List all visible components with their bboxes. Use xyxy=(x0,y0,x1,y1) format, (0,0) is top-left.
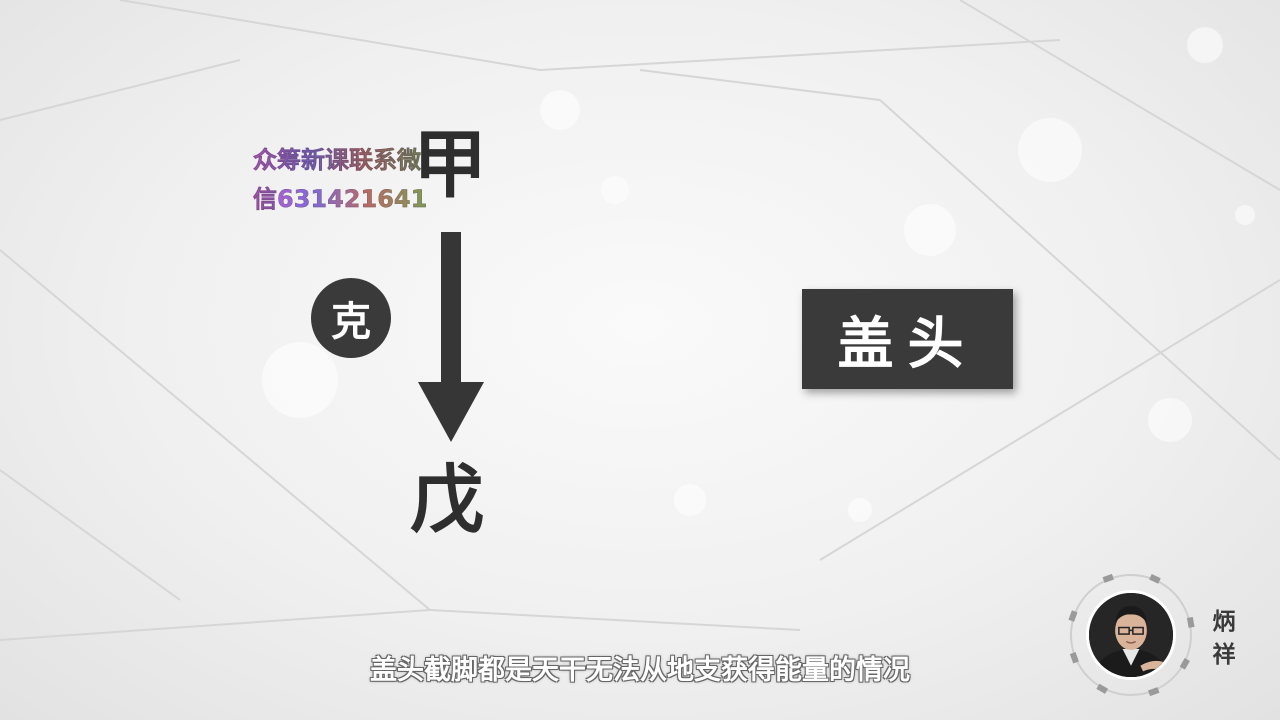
restrain-badge: 克 xyxy=(311,278,391,358)
presenter-photo-icon xyxy=(1089,593,1173,677)
watermark-line-1: 众筹新课联系微 xyxy=(253,146,421,174)
presenter-name: 炳祥 xyxy=(1212,608,1236,668)
presenter-avatar xyxy=(1086,590,1176,680)
term-label-box: 盖头 xyxy=(802,289,1013,389)
down-arrow-icon xyxy=(418,232,484,442)
watermark-line-2: 信631421641 xyxy=(253,185,428,213)
heavenly-stem-wu: 戊 xyxy=(410,457,484,543)
